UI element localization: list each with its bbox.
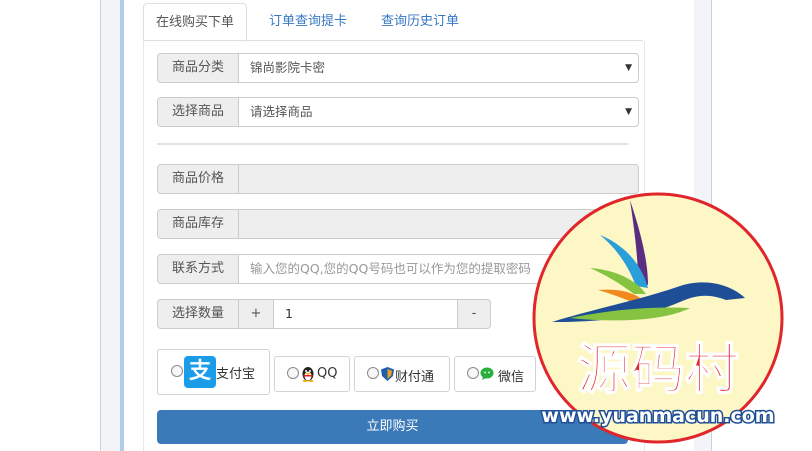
payment-option-alipay[interactable]: 支 支付宝 (157, 349, 270, 395)
category-label: 商品分类 (157, 53, 239, 83)
dropdown-caret-icon: ▼ (625, 107, 632, 117)
payment-option-qq[interactable]: QQ (274, 356, 350, 392)
category-select-value: 锦尚影院卡密 (250, 60, 326, 75)
wechat-radio[interactable] (467, 367, 479, 379)
payment-option-wechat[interactable]: 微信 (454, 356, 536, 392)
wechat-label: 微信 (498, 370, 525, 385)
alipay-icon: 支 (184, 356, 216, 388)
qq-label: QQ (317, 366, 338, 381)
quantity-minus-button[interactable]: - (457, 299, 491, 329)
alipay-label: 支付宝 (216, 367, 256, 382)
category-row: 商品分类 锦尚影院卡密 ▼ (157, 53, 639, 83)
product-select-value: 请选择商品 (250, 104, 313, 119)
alipay-radio[interactable] (171, 365, 183, 377)
product-row: 选择商品 请选择商品 ▼ (157, 97, 639, 127)
watermark-url-text: www.yuanmacun.com (541, 405, 774, 427)
tab-order-history[interactable]: 查询历史订单 (369, 3, 471, 40)
form-divider (157, 143, 628, 145)
watermark-brand-text: 源码村 (577, 338, 739, 401)
product-select[interactable]: 请选择商品 ▼ (238, 97, 639, 127)
stock-label: 商品库存 (157, 209, 239, 239)
tenpay-icon (381, 367, 394, 381)
qq-penguin-icon (302, 367, 314, 382)
product-label: 选择商品 (157, 97, 239, 127)
price-label: 商品价格 (157, 164, 239, 194)
category-select[interactable]: 锦尚影院卡密 ▼ (238, 53, 639, 83)
tenpay-label: 财付通 (395, 370, 435, 385)
payment-option-tenpay[interactable]: 财付通 (354, 356, 450, 392)
tab-bar: 在线购买下单 订单查询提卡 查询历史订单 (143, 3, 643, 42)
tab-online-purchase[interactable]: 在线购买下单 (143, 3, 248, 42)
tenpay-radio[interactable] (367, 367, 379, 379)
quantity-plus-button[interactable]: + (238, 299, 274, 329)
dropdown-caret-icon: ▼ (625, 63, 632, 73)
contact-label: 联系方式 (157, 254, 239, 284)
quantity-label: 选择数量 (157, 299, 239, 329)
quantity-input[interactable]: 1 (273, 299, 458, 329)
watermark-badge: 源码村 www.yuanmacun.com (532, 192, 784, 444)
tab-order-query[interactable]: 订单查询提卡 (257, 3, 359, 40)
wechat-icon (480, 367, 494, 380)
qq-radio[interactable] (287, 367, 299, 379)
